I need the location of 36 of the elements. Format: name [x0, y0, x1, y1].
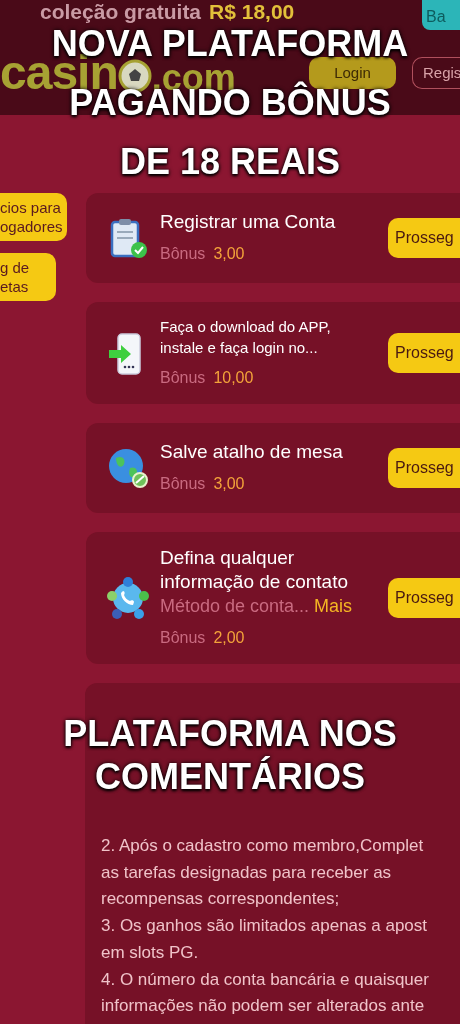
- task-description: Método de conta... Mais: [160, 595, 354, 618]
- task-title: Defina qualquer informação de contato: [160, 546, 349, 594]
- bonus-label: Bônus: [160, 628, 206, 648]
- promo-amount: R$ 18,00: [209, 0, 295, 24]
- details-line: em slots PG.: [101, 941, 200, 964]
- bonus-label: Bônus: [160, 244, 206, 264]
- proceed-button[interactable]: Prosseg: [388, 218, 460, 258]
- task-title: Registrar uma Conta: [160, 210, 337, 234]
- globe-icon: [106, 446, 150, 490]
- caption-line: DE 18 REAIS: [118, 140, 342, 184]
- bonus-label: Bônus: [160, 368, 206, 388]
- proceed-button[interactable]: Prosseg: [388, 333, 460, 373]
- login-button[interactable]: Login: [309, 57, 396, 89]
- details-line: as tarefas designadas para receber as: [101, 861, 393, 884]
- sidebar-item[interactable]: g de etas: [0, 253, 56, 301]
- details-line: informações não podem ser alterados ante: [101, 995, 426, 1018]
- details-line: 2. Após o cadastro como membro,Complet: [101, 835, 425, 857]
- details-line: recompensas correspondentes;: [101, 888, 341, 911]
- task-title: Faça o download do APP, instale e faça login no...: [160, 317, 332, 358]
- register-button[interactable]: Regis: [412, 57, 460, 89]
- bonus-amount: 3,00: [213, 244, 245, 264]
- contact-icon: [106, 576, 150, 620]
- sidebar-item[interactable]: cios para ogadores: [0, 193, 67, 241]
- task-title: Salve atalho de mesa: [160, 440, 344, 464]
- bonus-amount: 2,00: [213, 628, 245, 648]
- caption-line: PLATAFORMA NOS: [62, 712, 398, 756]
- more-link[interactable]: Mais: [314, 596, 353, 616]
- details-line: 3. Os ganhos são limitados apenas a apost: [101, 915, 429, 938]
- bonus-amount: 3,00: [213, 474, 245, 494]
- caption-line: COMENTÁRIOS: [94, 755, 366, 799]
- proceed-button[interactable]: Prosseg: [388, 578, 460, 618]
- promo-text: coleção gratuita: [40, 0, 202, 24]
- bonus-amount: 10,00: [213, 368, 254, 388]
- proceed-button[interactable]: Prosseg: [388, 448, 460, 488]
- details-line: 4. O número da conta bancária e quaisquer: [101, 968, 430, 991]
- bonus-label: Bônus: [160, 474, 206, 494]
